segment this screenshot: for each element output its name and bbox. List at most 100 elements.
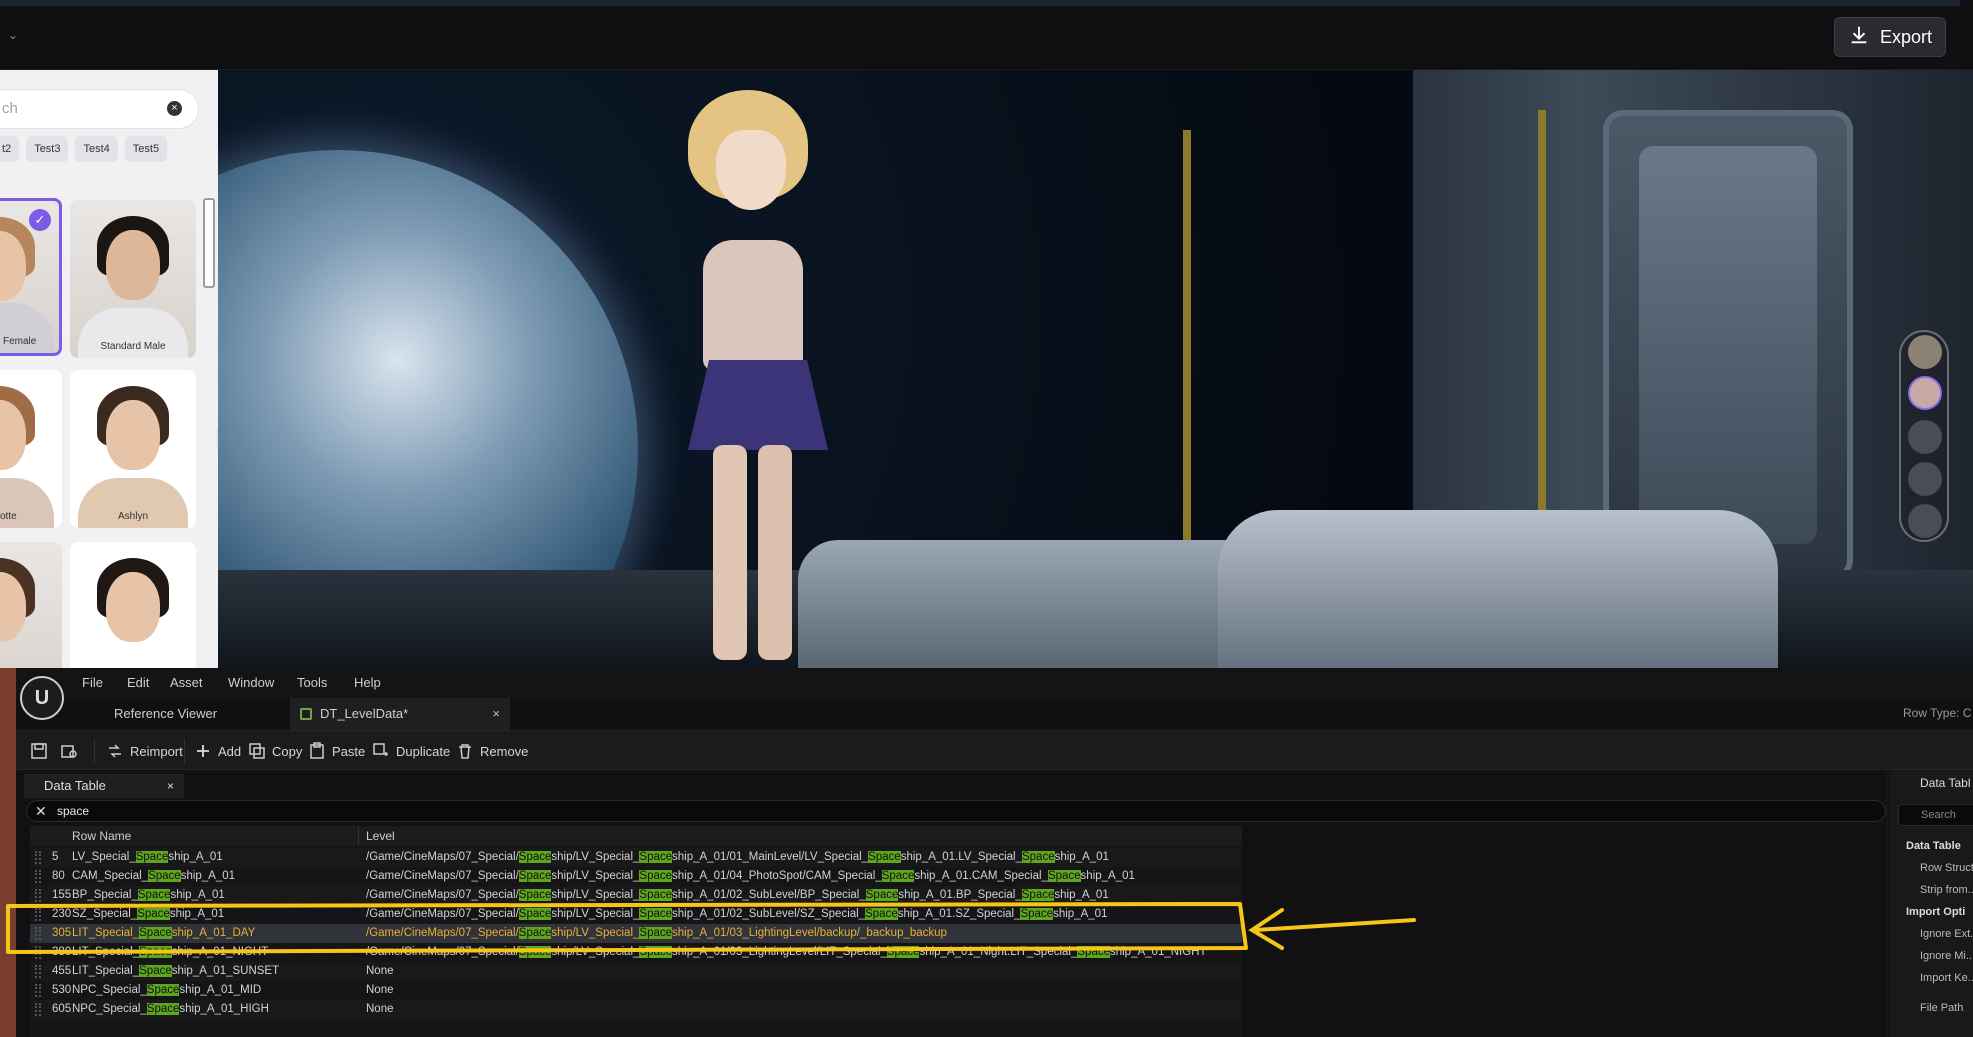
data-table-tab[interactable]: Data Table × — [24, 774, 184, 798]
scene-viewport[interactable] — [218, 70, 1973, 668]
data-table-toolbar: Reimport Add Copy Paste Duplicate Remove — [16, 730, 1973, 770]
avatar-card[interactable] — [0, 542, 62, 668]
drag-handle-icon[interactable] — [35, 851, 41, 864]
table-row[interactable]: 530 NPC_Special_Spaceship_A_01_MID None — [30, 981, 1242, 1000]
table-row[interactable]: 455 LIT_Special_Spaceship_A_01_SUNSET None — [30, 962, 1242, 981]
search-highlight: Space — [865, 908, 898, 920]
tab-reference-viewer[interactable]: Reference Viewer — [114, 698, 217, 730]
scrollbar-thumb[interactable] — [203, 198, 215, 288]
menu-asset[interactable]: Asset — [170, 675, 203, 690]
table-row[interactable]: 230 SZ_Special_Spaceship_A_01/Game/CineMa… — [30, 905, 1242, 924]
clear-filter-icon[interactable]: ✕ — [35, 803, 47, 820]
row-number: 80 — [52, 870, 65, 882]
duplicate-button[interactable]: Duplicate — [372, 737, 450, 765]
paste-button[interactable]: Paste — [308, 737, 365, 765]
avatar-card[interactable] — [70, 542, 196, 668]
drag-handle-icon[interactable] — [35, 1003, 41, 1016]
table-row[interactable]: 80 CAM_Special_Spaceship_A_01/Game/CineMa… — [30, 867, 1242, 886]
table-row[interactable]: 5 LV_Special_Spaceship_A_01/Game/CineMaps… — [30, 848, 1242, 867]
close-tab-icon[interactable]: × — [167, 774, 174, 798]
avatar-face — [106, 400, 160, 470]
chip[interactable]: t2 — [0, 136, 20, 162]
chip[interactable]: Test3 — [26, 136, 69, 162]
character-switcher-avatar-active[interactable] — [1908, 376, 1942, 410]
table-row[interactable]: 380 LIT_Special_Spaceship_A_01_NIGHT/Game… — [30, 943, 1242, 962]
table-row[interactable]: 155 BP_Special_Spaceship_A_01/Game/CineMa… — [30, 886, 1242, 905]
export-button[interactable]: Export — [1834, 17, 1946, 57]
level-path-text: None — [366, 984, 394, 996]
drag-handle-icon[interactable] — [35, 870, 41, 883]
character-switcher-avatar[interactable] — [1908, 335, 1942, 369]
menu-tools[interactable]: Tools — [297, 675, 327, 690]
search-highlight: Space — [1077, 946, 1110, 958]
drag-handle-icon[interactable] — [35, 984, 41, 997]
avatar-card-standard-male[interactable]: Standard Male — [70, 200, 196, 358]
drag-handle-icon[interactable] — [35, 927, 41, 940]
row-number: 605 — [52, 1003, 72, 1015]
remove-button[interactable]: Remove — [456, 737, 528, 765]
character-switcher-slot[interactable] — [1908, 420, 1942, 454]
data-table-panel: Data Table × ✕ Row Name Level 5 LV_Specia… — [16, 770, 1886, 1037]
details-property: Import Ke... — [1920, 972, 1973, 984]
details-property: Row Struct — [1920, 862, 1973, 874]
row-name-cell: SZ_Special_Spaceship_A_01 — [72, 908, 224, 920]
filter-input[interactable] — [57, 803, 657, 819]
avatar-card-female[interactable]: ✓ Female — [0, 198, 62, 356]
remove-label: Remove — [480, 743, 529, 759]
menu-edit[interactable]: Edit — [127, 675, 149, 690]
row-filter[interactable]: ✕ — [26, 800, 1886, 822]
anime-character[interactable] — [658, 90, 858, 668]
level-path-text: ship_A_01/03_LightingLevel/backup/_backu… — [672, 927, 947, 939]
level-cell: None — [366, 984, 394, 996]
level-cell: None — [366, 1003, 394, 1015]
save-button[interactable] — [30, 737, 48, 765]
column-header-level[interactable]: Level — [366, 829, 395, 843]
row-name-cell: CAM_Special_Spaceship_A_01 — [72, 870, 235, 882]
trash-icon — [456, 742, 474, 760]
chevron-down-icon[interactable]: ⌄ — [8, 28, 20, 42]
avatar-card-charlotte[interactable]: otte — [0, 370, 62, 528]
character-search[interactable]: ch × — [0, 90, 198, 128]
tab-dt-leveldata[interactable]: DT_LevelData* × — [290, 698, 510, 730]
menu-window[interactable]: Window — [228, 675, 274, 690]
row-name-text: ship_A_01_NIGHT — [171, 946, 269, 958]
copy-button[interactable]: Copy — [248, 737, 302, 765]
menu-file[interactable]: File — [82, 675, 103, 690]
search-highlight: Space — [137, 889, 171, 901]
add-button[interactable]: Add — [194, 737, 241, 765]
search-highlight: Space — [139, 927, 172, 939]
avatar-card-ashlyn[interactable]: Ashlyn — [70, 370, 196, 528]
drag-handle-icon[interactable] — [35, 908, 41, 921]
menu-help[interactable]: Help — [354, 675, 381, 690]
drag-handle-icon[interactable] — [35, 965, 41, 978]
bench — [1218, 510, 1778, 668]
clear-search-icon[interactable]: × — [167, 101, 182, 116]
table-row[interactable]: 605 NPC_Special_Spaceship_A_01_HIGH None — [30, 1000, 1242, 1019]
details-search[interactable]: Search — [1898, 804, 1973, 826]
copy-label: Copy — [272, 743, 303, 759]
level-path-text: ship_A_01/02_SubLevel/BP_Special_ — [672, 889, 866, 901]
browse-icon — [60, 742, 78, 760]
drag-handle-icon[interactable] — [35, 889, 41, 902]
column-header-row-name[interactable]: Row Name — [72, 829, 131, 843]
toolbar-separator — [184, 739, 185, 763]
chip[interactable]: Test5 — [124, 136, 168, 162]
character-leg — [713, 445, 747, 660]
search-highlight: Space — [639, 870, 673, 882]
browse-button[interactable] — [60, 737, 78, 765]
search-placeholder: ch — [2, 100, 18, 117]
reimport-button[interactable]: Reimport — [106, 737, 183, 765]
row-name-cell: LIT_Special_Spaceship_A_01_DAY — [72, 927, 255, 939]
level-cell: /Game/CineMaps/07_Special/Spaceship/LV_S… — [366, 927, 947, 939]
character-switcher-slot[interactable] — [1908, 462, 1942, 496]
unreal-logo[interactable]: U — [20, 676, 64, 720]
close-tab-icon[interactable]: × — [492, 698, 500, 730]
details-category[interactable]: Import Opti — [1906, 906, 1965, 918]
details-category[interactable]: Data Table — [1906, 840, 1961, 852]
character-switcher-slot[interactable] — [1908, 504, 1942, 538]
level-path-text: ship_A_01/01_MainLevel/LV_Special_ — [672, 851, 869, 863]
chip[interactable]: Test4 — [75, 136, 118, 162]
drag-handle-icon[interactable] — [35, 946, 41, 959]
column-divider[interactable] — [358, 826, 359, 846]
table-row[interactable]: 305 LIT_Special_Spaceship_A_01_DAY/Game/C… — [30, 924, 1242, 943]
